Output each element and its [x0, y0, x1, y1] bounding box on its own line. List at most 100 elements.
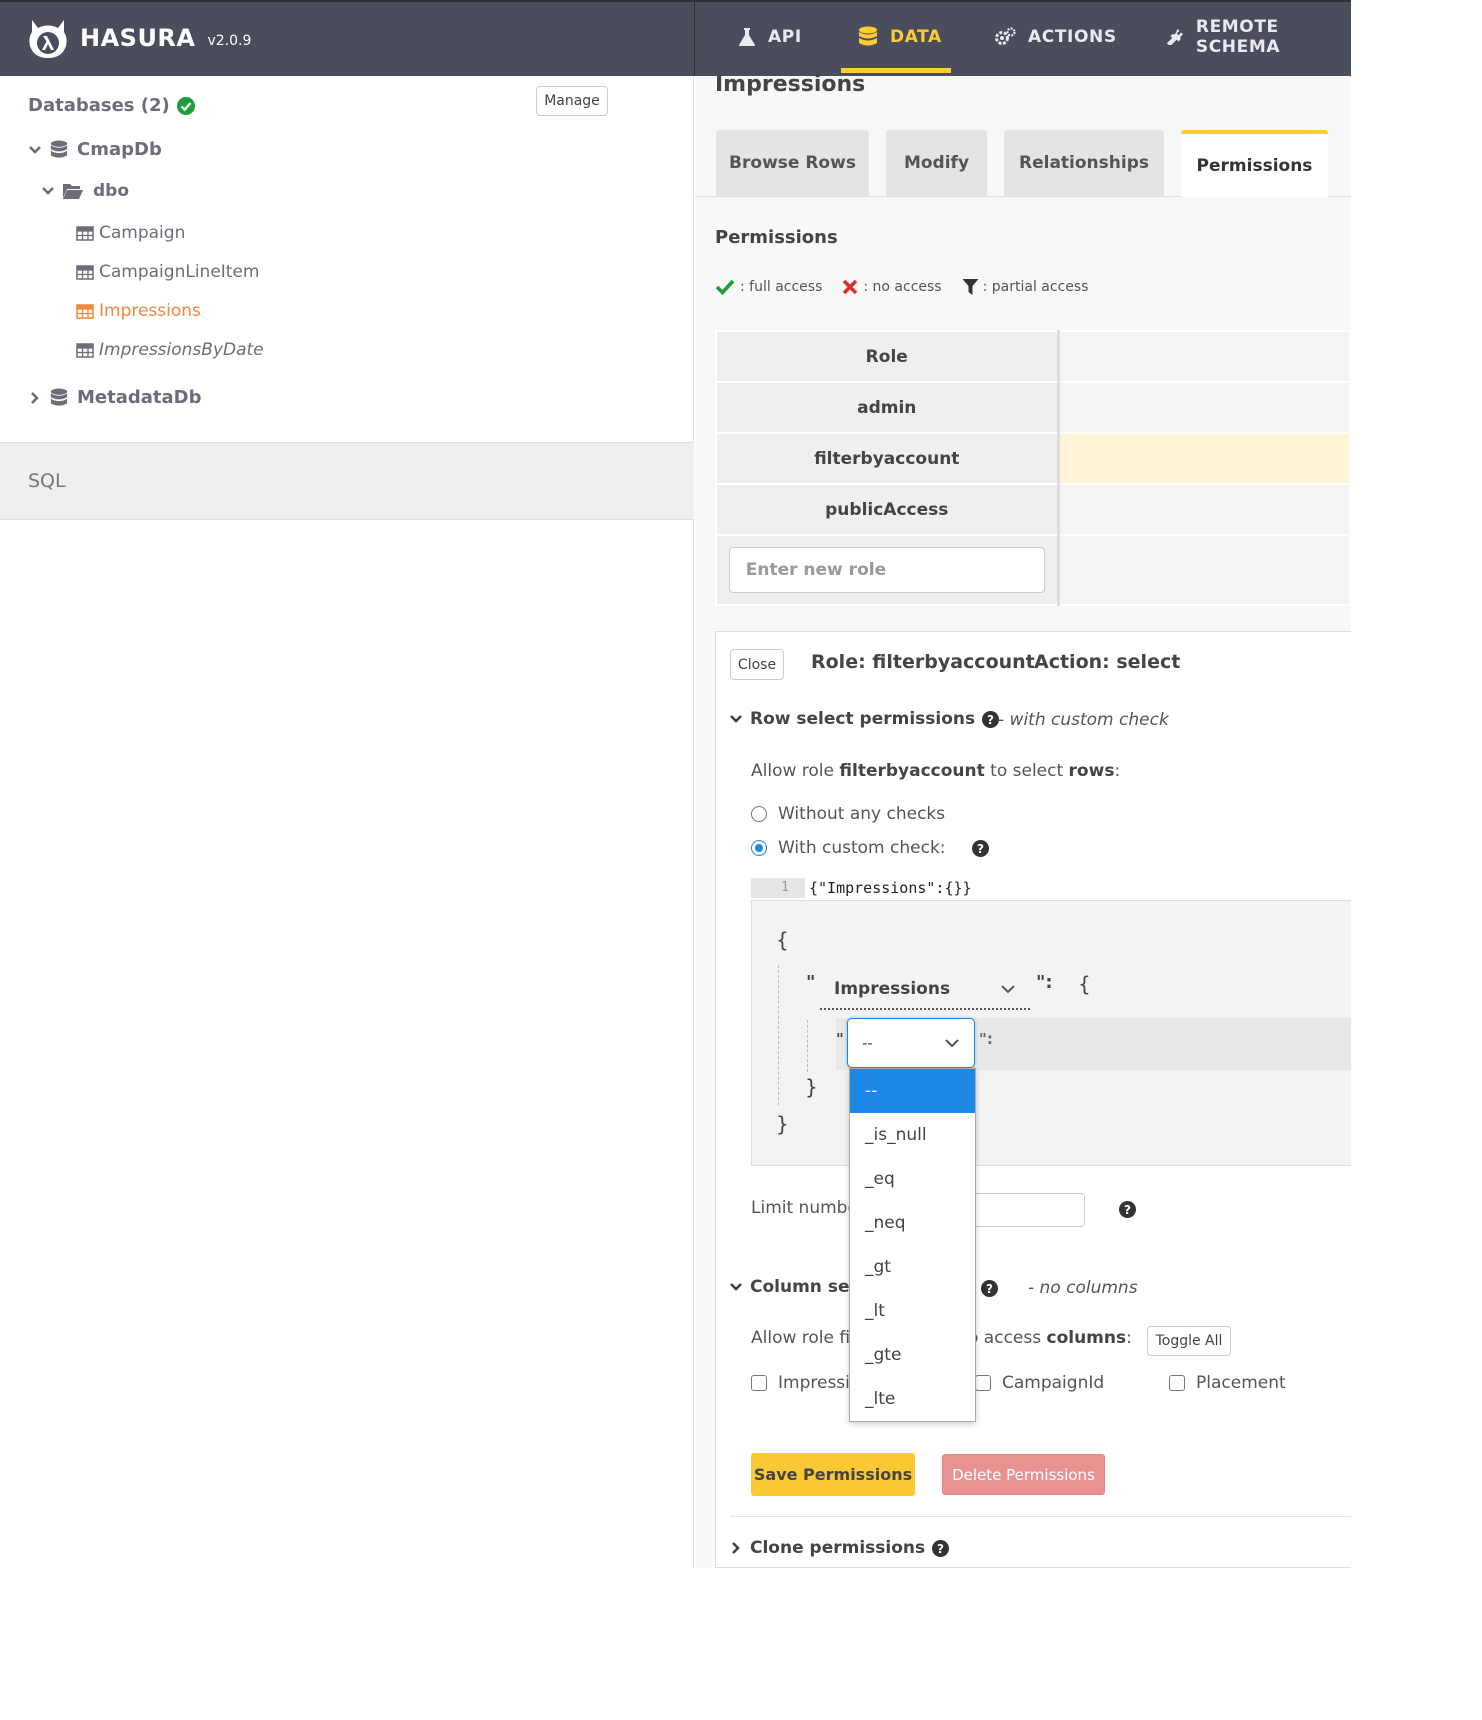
- permissions-table: Role admin filterbyaccount publicAccess: [715, 330, 1351, 606]
- column-allow-text: o access columns:: [968, 1328, 1132, 1348]
- tree-table-impressions[interactable]: Impressions: [76, 301, 201, 321]
- nav-remote-schema[interactable]: REMOTE SCHEMA: [1166, 0, 1351, 74]
- cross-icon: [843, 279, 858, 295]
- checkbox[interactable]: [1169, 1375, 1185, 1391]
- inner-close-brace: }: [805, 1075, 818, 1099]
- nav-actions[interactable]: ACTIONS: [994, 0, 1117, 74]
- dropdown-option-selected[interactable]: --: [850, 1069, 975, 1113]
- radio-label: With custom check:: [778, 838, 946, 858]
- dropdown-option[interactable]: _is_null: [850, 1113, 975, 1157]
- tab-permissions[interactable]: Permissions: [1181, 130, 1328, 197]
- limit-input[interactable]: [960, 1193, 1085, 1227]
- toggle-all-button[interactable]: Toggle All: [1147, 1326, 1231, 1356]
- checkbox[interactable]: [975, 1375, 991, 1391]
- column-checkbox-placement[interactable]: Placement: [1169, 1373, 1286, 1393]
- quote-colon: ":: [979, 1030, 993, 1048]
- question-circle-icon[interactable]: ?: [982, 710, 1000, 728]
- gears-icon: [995, 27, 1016, 45]
- indent-guide: [807, 1020, 808, 1072]
- table-icon: [76, 303, 94, 319]
- svg-text:?: ?: [1124, 1203, 1131, 1217]
- tree-view-impressionsbydate[interactable]: ImpressionsByDate: [76, 340, 264, 360]
- nav-api-label: API: [768, 27, 802, 47]
- tree-db-metadatadb[interactable]: MetadataDb: [28, 387, 201, 408]
- col-allow-a: o access: [968, 1328, 1047, 1348]
- operator-select-value: --: [862, 1034, 873, 1052]
- column-select-note: - no columns: [1028, 1278, 1138, 1298]
- brand[interactable]: HASURA v2.0.9: [24, 14, 251, 62]
- dropdown-option[interactable]: _gte: [850, 1333, 975, 1377]
- radio-without-checks[interactable]: Without any checks: [751, 804, 945, 824]
- sql-link[interactable]: [0, 442, 694, 520]
- delete-permissions-button[interactable]: Delete Permissions: [942, 1454, 1105, 1495]
- nav-data[interactable]: DATA: [858, 0, 942, 74]
- radio-button-selected[interactable]: [751, 840, 767, 856]
- tab-label: Browse Rows: [729, 153, 856, 173]
- tab-label: Permissions: [1196, 155, 1313, 176]
- permission-cell[interactable]: [1057, 534, 1351, 606]
- role-name: filterbyaccount: [715, 432, 1060, 485]
- dropdown-option[interactable]: _neq: [850, 1201, 975, 1245]
- legend-partial-label: : partial access: [982, 279, 1089, 295]
- question-circle-icon[interactable]: ?: [1119, 1201, 1136, 1218]
- new-role-input[interactable]: [728, 547, 1045, 593]
- tree-table-campaignlineitem[interactable]: CampaignLineItem: [76, 262, 259, 282]
- radio-label: Without any checks: [778, 804, 946, 824]
- radio-button[interactable]: [751, 806, 767, 822]
- column-checkbox-campaignid[interactable]: CampaignId: [975, 1373, 1104, 1393]
- tree-db-cmapdb[interactable]: CmapDb: [28, 139, 162, 160]
- tree-table-campaign[interactable]: Campaign: [76, 223, 185, 243]
- nav-api[interactable]: API: [738, 0, 802, 74]
- operator-select[interactable]: --: [847, 1018, 975, 1068]
- chevron-down-icon: [1001, 985, 1015, 994]
- operator-dropdown-list: -- _is_null _eq _neq _gt _lt _gte _lte: [849, 1068, 976, 1422]
- column-checkbox-impressions[interactable]: Impressi: [751, 1373, 850, 1393]
- dropdown-option[interactable]: _gt: [850, 1245, 975, 1289]
- dropdown-option[interactable]: _lte: [850, 1377, 975, 1421]
- database-icon: [859, 26, 877, 46]
- question-circle-icon[interactable]: ?: [971, 839, 989, 857]
- legend-partial: : partial access: [962, 278, 1089, 296]
- line-number: 1: [751, 878, 805, 898]
- clone-permissions-toggle[interactable]: Clone permissions ?: [729, 1538, 950, 1558]
- action-cell[interactable]: [1057, 330, 1351, 383]
- column-select-permissions-toggle[interactable]: Column sele: [729, 1277, 867, 1297]
- action-label: Action: select: [1034, 651, 1181, 673]
- tab-relationships[interactable]: Relationships: [1004, 130, 1164, 196]
- column-select[interactable]: Impressions: [820, 970, 1030, 1010]
- tree-table-label: ImpressionsByDate: [99, 340, 264, 360]
- tree-schema-dbo[interactable]: dbo: [41, 181, 129, 201]
- allow-mid: to select: [984, 761, 1069, 781]
- tree-table-label: Campaign: [99, 223, 186, 243]
- version-label: v2.0.9: [207, 33, 252, 49]
- row-select-permissions-toggle[interactable]: Row select permissions ?: [729, 709, 1000, 729]
- nav-actions-label: ACTIONS: [1028, 27, 1117, 47]
- json-editor-line[interactable]: 1 {"Impressions":{}}: [751, 878, 972, 898]
- tab-modify[interactable]: Modify: [886, 130, 987, 196]
- close-button[interactable]: Close: [730, 649, 784, 680]
- role-header: Role: [715, 330, 1060, 383]
- save-permissions-button[interactable]: Save Permissions: [751, 1453, 915, 1496]
- brand-name: HASURA: [80, 24, 196, 52]
- tab-browse-rows[interactable]: Browse Rows: [716, 130, 869, 196]
- tab-label: Modify: [903, 153, 970, 173]
- tree-db-name: MetadataDb: [77, 387, 202, 408]
- checkbox[interactable]: [751, 1375, 767, 1391]
- json-code-text[interactable]: {"Impressions":{}}: [809, 879, 972, 897]
- permission-cell[interactable]: [1057, 483, 1351, 536]
- permission-cell[interactable]: [1057, 381, 1351, 434]
- sql-label[interactable]: SQL: [28, 470, 66, 492]
- allow-suffix: :: [1114, 761, 1121, 781]
- dropdown-option[interactable]: _eq: [850, 1157, 975, 1201]
- chevron-down-icon: [29, 145, 41, 154]
- radio-custom-check[interactable]: With custom check: ?: [751, 838, 989, 858]
- plug-icon: [1166, 28, 1183, 46]
- database-icon: [50, 140, 68, 158]
- question-circle-icon[interactable]: ?: [932, 1539, 950, 1557]
- question-circle-icon[interactable]: ?: [981, 1280, 998, 1297]
- manage-button[interactable]: Manage: [536, 86, 608, 116]
- dropdown-option[interactable]: _lt: [850, 1289, 975, 1333]
- col-allow-c: :: [1126, 1328, 1132, 1348]
- permission-cell-selected[interactable]: [1057, 432, 1351, 485]
- nav-data-label: DATA: [890, 27, 942, 47]
